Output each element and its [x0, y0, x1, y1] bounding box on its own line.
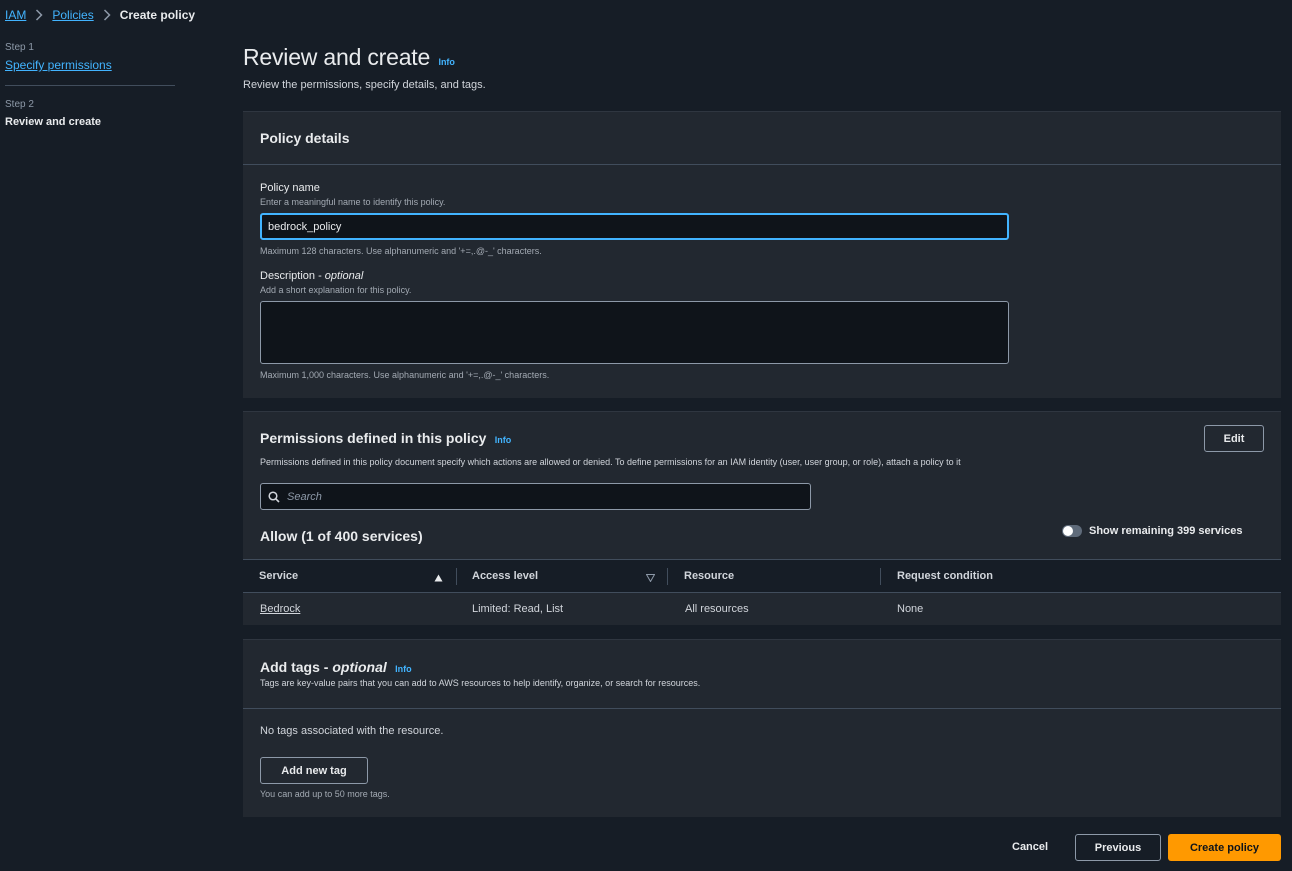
description-label-group: Description - optional Add a short expla… [260, 270, 411, 295]
permissions-container: Permissions defined in this policy Info … [243, 411, 1281, 625]
description-description: Add a short explanation for this policy. [260, 285, 412, 295]
tags-container: Add tags - optional Info Tags are key-va… [243, 639, 1281, 817]
step-2: Step 2 Review and create [5, 99, 175, 128]
header-info-link[interactable]: Info [438, 57, 455, 67]
tags-title: Add tags - optional [260, 659, 387, 675]
page-header: Review and create Info Review the permis… [243, 44, 486, 91]
show-remaining-toggle-group: Show remaining 399 services [1062, 525, 1242, 537]
table-row: Bedrock Limited: Read, List All resource… [243, 593, 1281, 626]
previous-button[interactable]: Previous [1075, 834, 1161, 861]
column-header-service[interactable]: Service [259, 570, 298, 582]
tags-limit-note: You can add up to 50 more tags. [260, 789, 390, 799]
step-divider [5, 85, 175, 86]
permissions-title: Permissions defined in this policy [260, 430, 487, 446]
policy-details-header: Policy details [243, 112, 1281, 165]
permissions-table-header: Service Access level Resource Request co… [243, 559, 1281, 593]
wizard-steps: Step 1 Specify permissions Step 2 Review… [5, 42, 175, 128]
policy-name-constraint: Maximum 128 characters. Use alphanumeric… [260, 246, 542, 256]
step-specify-permissions-link[interactable]: Specify permissions [5, 58, 175, 72]
edit-button[interactable]: Edit [1204, 425, 1264, 452]
tags-info-link[interactable]: Info [395, 664, 412, 674]
sort-descending-icon[interactable] [645, 571, 656, 585]
permissions-search-input[interactable]: Search [260, 483, 811, 510]
step-1: Step 1 Specify permissions [5, 42, 175, 72]
description-constraint: Maximum 1,000 characters. Use alphanumer… [260, 370, 550, 380]
chevron-right-icon [35, 9, 43, 21]
tags-description: Tags are key-value pairs that you can ad… [260, 678, 701, 688]
chevron-right-icon [103, 9, 111, 21]
page-title: Review and create [243, 44, 431, 70]
search-icon [268, 490, 280, 503]
step-number: Step 2 [5, 99, 34, 110]
service-bedrock-link[interactable]: Bedrock [260, 603, 300, 615]
policy-name-input[interactable] [260, 213, 1009, 240]
column-divider [667, 568, 668, 585]
no-tags-message: No tags associated with the resource. [260, 725, 444, 737]
breadcrumb-policies-link[interactable]: Policies [52, 8, 93, 22]
policy-details-title: Policy details [260, 130, 350, 146]
column-divider [880, 568, 881, 585]
show-remaining-label: Show remaining 399 services [1089, 525, 1243, 537]
access-level-cell: Limited: Read, List [472, 603, 564, 615]
page-description: Review the permissions, specify details,… [243, 79, 486, 91]
resource-cell: All resources [685, 603, 749, 615]
column-header-request-condition[interactable]: Request condition [897, 570, 993, 582]
add-new-tag-button[interactable]: Add new tag [260, 757, 368, 784]
permissions-info-link[interactable]: Info [495, 435, 512, 445]
permissions-description: Permissions defined in this policy docum… [260, 457, 961, 467]
search-placeholder: Search [287, 490, 322, 503]
policy-name-label-group: Policy name Enter a meaningful name to i… [260, 182, 445, 207]
permissions-header: Permissions defined in this policy Info [260, 430, 511, 446]
policy-name-description: Enter a meaningful name to identify this… [260, 197, 446, 207]
column-header-resource[interactable]: Resource [684, 570, 734, 582]
step-review-label: Review and create [5, 116, 101, 128]
sort-ascending-icon[interactable] [434, 571, 443, 585]
breadcrumb: IAM Policies Create policy [5, 8, 195, 22]
column-header-access-level[interactable]: Access level [472, 570, 538, 582]
step-number: Step 1 [5, 42, 34, 53]
request-condition-cell: None [897, 603, 924, 615]
show-remaining-toggle[interactable] [1062, 525, 1082, 537]
column-divider [456, 568, 457, 585]
create-policy-button[interactable]: Create policy [1168, 834, 1281, 861]
breadcrumb-iam-link[interactable]: IAM [5, 8, 26, 22]
breadcrumb-current: Create policy [119, 8, 196, 22]
tags-header: Add tags - optional Info Tags are key-va… [243, 640, 1281, 709]
cancel-button[interactable]: Cancel [1012, 841, 1048, 853]
policy-details-container: Policy details Policy name Enter a meani… [243, 111, 1281, 398]
policy-name-label: Policy name [260, 182, 320, 194]
description-label: Description - optional [260, 270, 364, 282]
allow-heading: Allow (1 of 400 services) [260, 528, 423, 544]
description-textarea[interactable] [260, 301, 1009, 364]
